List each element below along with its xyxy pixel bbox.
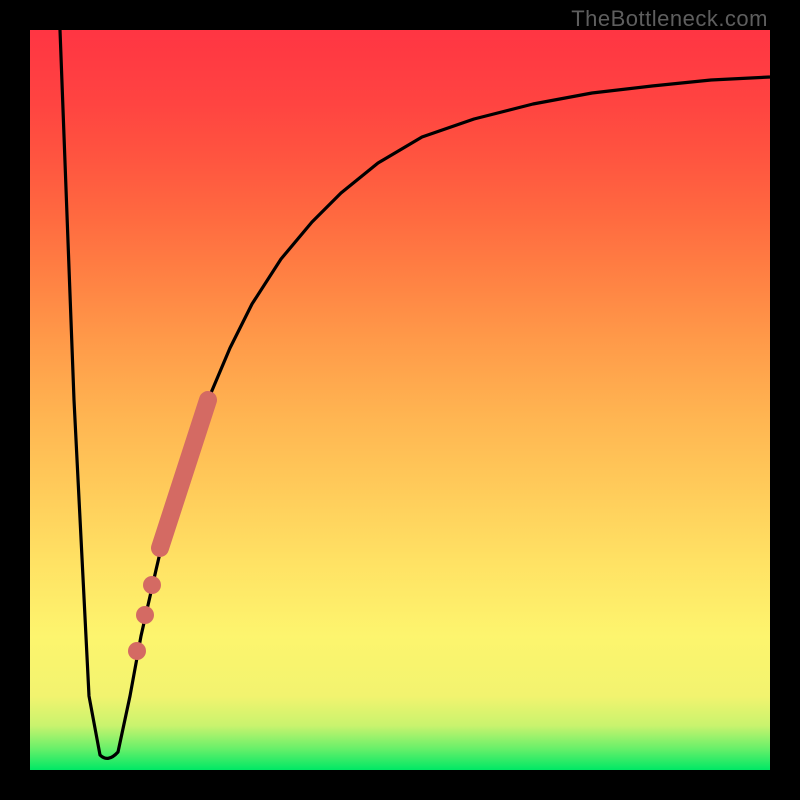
chart-frame: TheBottleneck.com xyxy=(0,0,800,800)
curve-layer xyxy=(30,30,770,770)
highlight-band xyxy=(160,400,208,548)
highlight-marker xyxy=(143,576,161,594)
highlight-marker xyxy=(128,642,146,660)
attribution-text: TheBottleneck.com xyxy=(571,6,768,32)
highlight-marker xyxy=(136,606,154,624)
bottleneck-curve xyxy=(60,30,770,758)
plot-area xyxy=(30,30,770,770)
